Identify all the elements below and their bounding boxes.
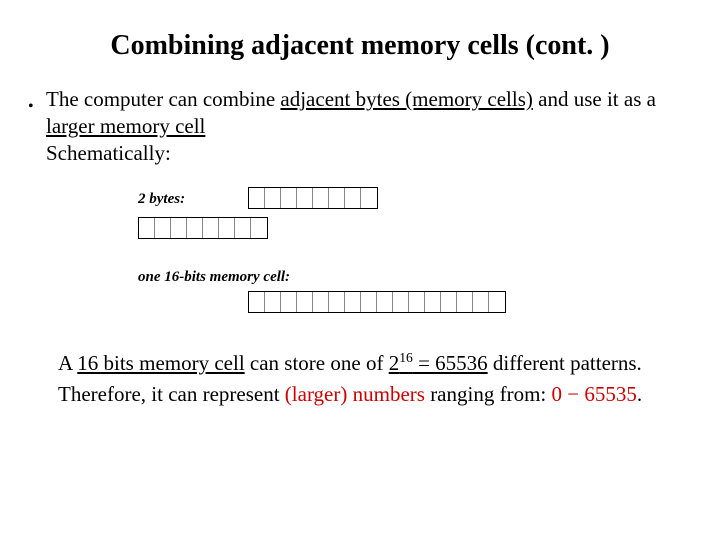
text: can store one of [245,351,389,375]
text-underline: 16 bits memory cell [77,351,244,375]
bit-cell [345,188,361,208]
text: different patterns. [488,351,642,375]
bit-cell [393,292,409,312]
bit-cell [249,188,265,208]
bullet-text: The computer can combine adjacent bytes … [46,86,692,167]
bit-cell [457,292,473,312]
bit-cell [473,292,489,312]
bit-cell [361,292,377,312]
bit-cell [361,188,377,208]
bit-cell [171,218,187,238]
text-underline: 216 = 65536 [389,351,488,375]
bit-cell [203,218,219,238]
bit-cell [265,292,281,312]
bit-cell [155,218,171,238]
text: ranging from: [425,382,552,406]
bit-cell [219,218,235,238]
text: and use it as a [533,87,656,111]
paragraph: A 16 bits memory cell can store one of 2… [28,350,692,377]
label-one-cell: one 16-bits memory cell: [138,269,290,286]
bit-cell [235,218,251,238]
text: . [637,382,642,406]
text: A [58,351,77,375]
paragraph: Therefore, it can represent (larger) num… [28,381,692,408]
text-red: 0 − 65535 [552,382,637,406]
bit-cell [329,292,345,312]
text-underline: larger memory cell [46,114,205,138]
slide: Combining adjacent memory cells (cont. )… [0,0,720,540]
bit-cell [139,218,155,238]
bit-cell [187,218,203,238]
bit-cell [249,292,265,312]
bit-cell [409,292,425,312]
superscript: 16 [399,350,413,365]
text-line: Schematically: [46,140,692,167]
schematic-diagram: 2 bytes: one 16-bits memory cell: [158,187,692,332]
byte-box-left [248,187,378,209]
bit-cell [489,292,505,312]
bit-cell [329,188,345,208]
label-two-bytes: 2 bytes: [138,191,185,208]
bullet-item: The computer can combine adjacent bytes … [28,86,692,167]
bit-cell [251,218,267,238]
bit-cell [281,292,297,312]
text: Therefore, it can represent [58,382,285,406]
bit-cell [297,292,313,312]
word-box [248,291,506,313]
bit-cell [425,292,441,312]
bit-cell [265,188,281,208]
text: The computer can combine [46,87,280,111]
bit-cell [377,292,393,312]
byte-box-right [138,217,268,239]
bit-cell [313,292,329,312]
bit-cell [297,188,313,208]
text-underline: adjacent bytes (memory cells) [280,87,532,111]
text-red: (larger) numbers [285,382,425,406]
slide-title: Combining adjacent memory cells (cont. ) [28,30,692,62]
bit-cell [281,188,297,208]
bit-cell [345,292,361,312]
bit-cell [441,292,457,312]
bit-cell [313,188,329,208]
bullet-marker [28,86,46,118]
